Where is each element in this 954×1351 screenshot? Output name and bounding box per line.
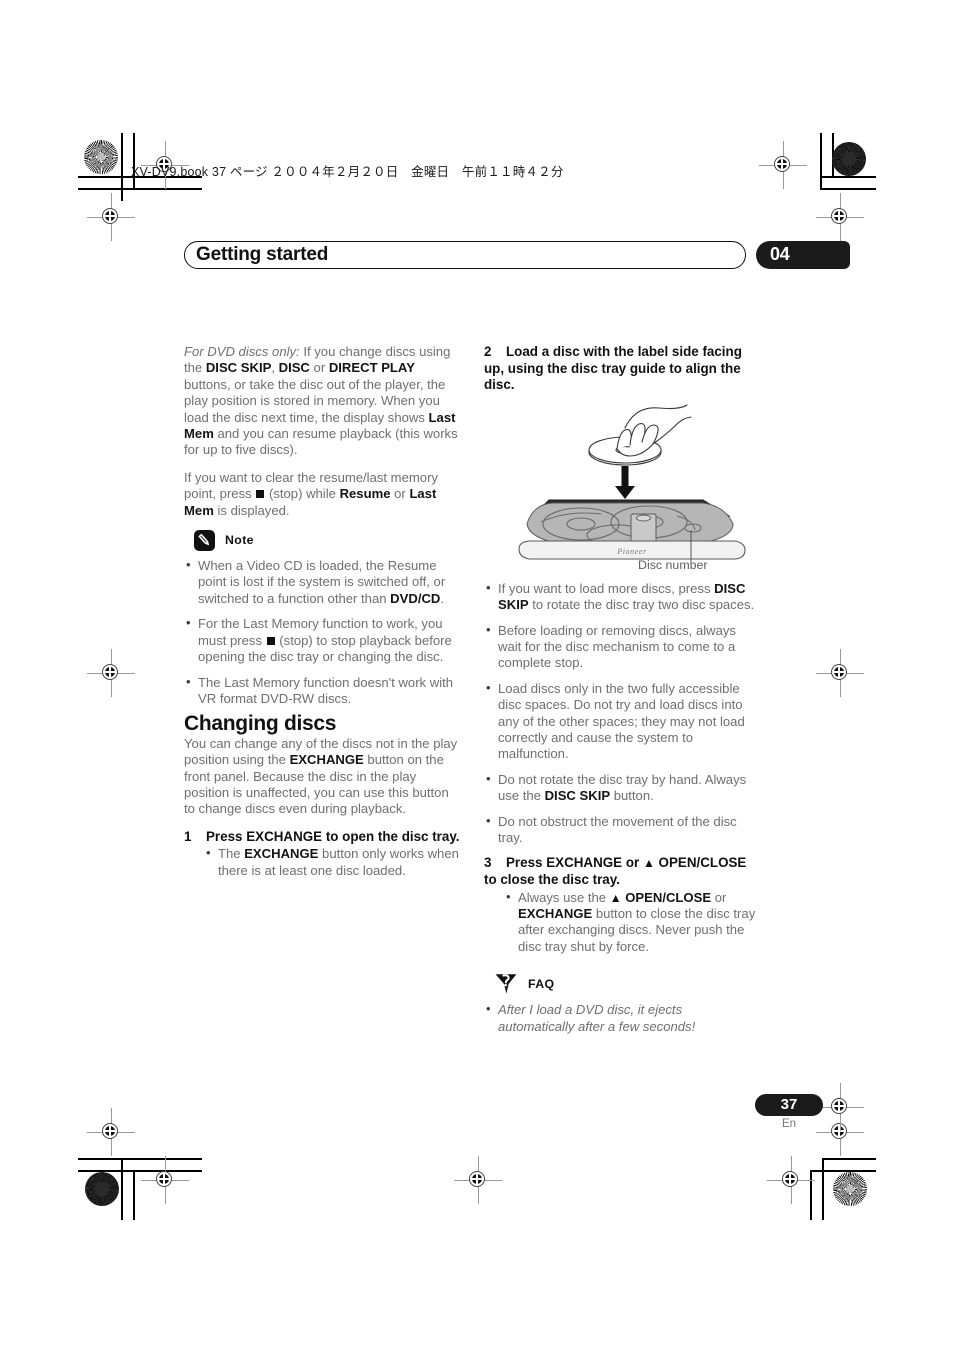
step-1-number: 1	[184, 828, 192, 844]
section-heading: Changing discs	[184, 712, 337, 736]
function-name-dvd-cd: DVD/CD	[390, 590, 441, 606]
note-callout-header: Note	[194, 530, 461, 552]
list-item: The EXCHANGE button only works when ther…	[206, 845, 461, 879]
s2-b4-text-2: button.	[610, 788, 654, 804]
step-2: 2 Load a disc with the label side facing …	[484, 344, 761, 394]
list-item: When a Video CD is loaded, the Resume po…	[184, 557, 461, 607]
list-item: Always use the ▲ OPEN/CLOSE or EXCHANGE …	[506, 889, 761, 956]
pencil-note-icon	[194, 530, 215, 552]
note-item-3-text-1: The Last Memory function doesn't work wi…	[198, 674, 454, 706]
registration-mark	[87, 1108, 135, 1156]
page-language-code: En	[781, 1118, 797, 1130]
button-name-disc-skip: DISC SKIP	[544, 788, 611, 804]
intro-text-3: or	[309, 360, 329, 376]
page-title: Getting started	[196, 244, 329, 265]
step-3-text-1: Press EXCHANGE or	[506, 855, 643, 871]
faq-item-1-text: After I load a DVD disc, it ejects autom…	[498, 1002, 696, 1034]
intro-lead-italic: For DVD discs only:	[184, 344, 300, 359]
intro2-text-2: (stop) while	[265, 486, 340, 502]
intro-text-5: and you can resume playback (this works …	[184, 426, 458, 458]
step1-b1-text-1: The	[218, 846, 245, 862]
step-1-text: Press EXCHANGE to open the disc tray.	[206, 828, 460, 844]
note-bullet-list: When a Video CD is loaded, the Resume po…	[184, 557, 461, 708]
step-3-bullet-list: Always use the ▲ OPEN/CLOSE or EXCHANGE …	[506, 889, 761, 956]
faq-callout-header: FAQ	[494, 973, 761, 995]
list-item: For the Last Memory function to work, yo…	[184, 615, 461, 665]
list-item: If you want to load more discs, press DI…	[484, 580, 761, 614]
list-item: The Last Memory function doesn't work wi…	[184, 674, 461, 708]
registration-mark	[141, 1156, 189, 1204]
faq-label: FAQ	[528, 977, 555, 992]
button-name-direct-play: DIRECT PLAY	[328, 360, 415, 376]
list-item: Before loading or removing discs, always…	[484, 622, 761, 672]
disc-tray-loading-illustration: Pioneer	[497, 404, 767, 579]
intro-paragraph-1: For DVD discs only: If you change discs …	[184, 344, 461, 459]
step-2-number: 2	[484, 344, 492, 359]
intro-paragraph-2: If you want to clear the resume/last mem…	[184, 470, 461, 519]
stop-square-icon	[266, 636, 275, 645]
page-number: 37	[780, 1096, 798, 1113]
registration-mark	[454, 1156, 502, 1204]
button-name-exchange: EXCHANGE	[244, 846, 319, 862]
registration-mark	[767, 1156, 815, 1204]
faq-speech-bubble-icon	[494, 973, 518, 995]
step-1-bullet-list: The EXCHANGE button only works when ther…	[206, 845, 461, 879]
step-3: 3 Press EXCHANGE or ▲ OPEN/CLOSE to close…	[484, 855, 761, 888]
illustration-caption: Disc number	[638, 558, 708, 572]
s3-b1-text-2: or	[711, 889, 727, 905]
intro-text-4: buttons, or take the disc out of the pla…	[184, 376, 446, 425]
print-density-target-icon	[832, 142, 866, 176]
faq-bullet-list: After I load a DVD disc, it ejects autom…	[484, 1001, 761, 1035]
button-name-disc-skip: DISC SKIP	[205, 360, 272, 376]
intro2-text-4: is displayed.	[213, 502, 290, 518]
registration-mark	[87, 649, 135, 697]
button-name-exchange: EXCHANGE	[518, 906, 593, 922]
intro-text-2: ,	[271, 360, 279, 376]
s2-b5-text-1: Do not obstruct the movement of the disc…	[498, 813, 737, 846]
eject-triangle-icon: ▲	[642, 856, 655, 871]
chapter-number: 04	[770, 244, 790, 264]
step-2-bullet-list: If you want to load more discs, press DI…	[484, 580, 761, 847]
stop-square-icon	[256, 490, 265, 499]
manual-page: XV-DV9.book 37 ページ ２００４年２月２０日 金曜日 午前１１時４…	[0, 0, 954, 1351]
registration-mark	[87, 193, 135, 241]
button-name-exchange: EXCHANGE	[289, 752, 364, 768]
print-density-target-icon	[84, 140, 118, 174]
registration-mark	[759, 141, 807, 189]
list-item: Do not obstruct the movement of the disc…	[484, 813, 761, 847]
intro2-text-3: or	[390, 486, 410, 502]
list-item: Load discs only in the two fully accessi…	[484, 680, 761, 763]
list-item: Do not rotate the disc tray by hand. Alw…	[484, 771, 761, 805]
eject-triangle-icon: ▲	[609, 890, 622, 905]
step-3-number: 3	[484, 855, 492, 871]
note-item-1-text-2: .	[440, 590, 445, 606]
print-file-info-line: XV-DV9.book 37 ページ ２００４年２月２０日 金曜日 午前１１時４…	[131, 165, 564, 179]
button-name-open-close: OPEN/CLOSE	[621, 889, 712, 905]
left-column: For DVD discs only: If you change discs …	[184, 344, 461, 888]
print-density-target-icon	[833, 1172, 867, 1206]
s2-b1-text-1: If you want to load more discs, press	[498, 580, 715, 596]
registration-mark	[816, 1083, 864, 1131]
button-name-disc: DISC	[278, 360, 310, 376]
print-density-target-icon	[85, 1172, 119, 1206]
step-1: 1 Press EXCHANGE to open the disc tray.	[184, 829, 461, 846]
note-label: Note	[225, 533, 254, 548]
display-name-resume: Resume	[339, 486, 391, 502]
section-paragraph: You can change any of the discs not in t…	[184, 736, 461, 818]
pioneer-brand-mark: Pioneer	[616, 547, 647, 556]
step-2-text: Load a disc with the label side facing u…	[484, 344, 742, 393]
s2-b3-text-1: Load discs only in the two fully accessi…	[498, 680, 745, 762]
s3-b1-text-1: Always use the	[518, 889, 610, 905]
registration-mark	[816, 193, 864, 241]
s2-b1-text-2: to rotate the disc tray two disc spaces.	[528, 597, 755, 613]
s2-b2-text-1: Before loading or removing discs, always…	[498, 622, 736, 671]
list-item: After I load a DVD disc, it ejects autom…	[484, 1001, 761, 1035]
registration-mark	[816, 649, 864, 697]
